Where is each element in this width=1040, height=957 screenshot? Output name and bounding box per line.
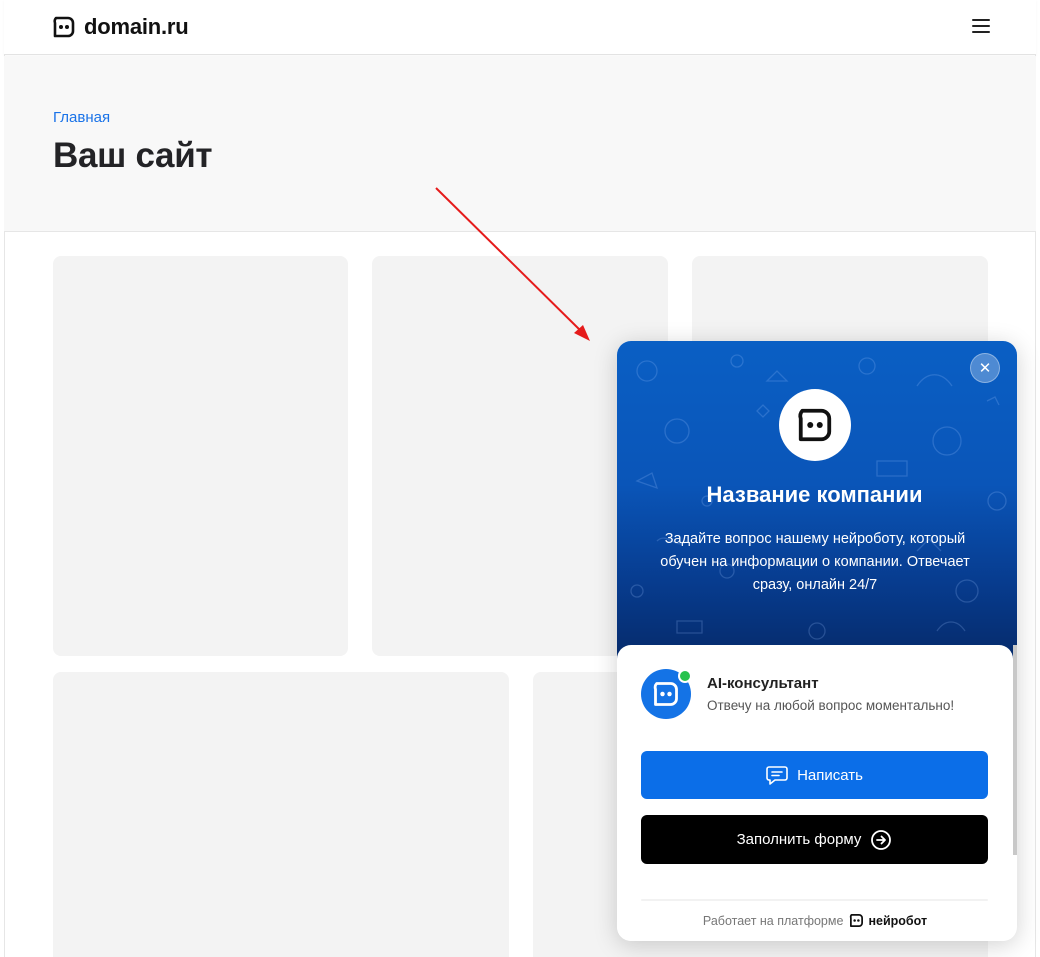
- powered-by: Работает на платформе нейробот: [617, 913, 1013, 928]
- site-header: domain.ru: [4, 0, 1036, 55]
- robot-face-icon: [850, 914, 864, 927]
- fill-form-button-label: Заполнить форму: [736, 831, 862, 848]
- powered-by-text: Работает на платформе: [702, 913, 844, 928]
- chat-widget: ✕ Название компании Задайте вопрос нашем…: [617, 341, 1017, 941]
- company-avatar: [779, 389, 851, 461]
- widget-description: Задайте вопрос нашему нейроботу, который…: [660, 531, 970, 593]
- widget-body: AI-консультант Отвечу на любой вопрос мо…: [617, 645, 1013, 941]
- platform-brand[interactable]: нейробот: [849, 913, 927, 928]
- breadcrumb-home[interactable]: Главная: [53, 109, 110, 126]
- platform-brand-name: нейробот: [868, 913, 928, 928]
- page-title: Ваш сайт: [53, 136, 213, 175]
- arrow-circle-right-icon: [871, 829, 892, 850]
- agent-name: AI-консультант: [707, 675, 819, 692]
- close-icon[interactable]: ✕: [970, 353, 1000, 383]
- agent-status: Отвечу на любой вопрос моментально!: [707, 698, 955, 713]
- fill-form-button[interactable]: Заполнить форму: [641, 815, 988, 864]
- robot-face-icon: [53, 16, 75, 38]
- logo-text: domain.ru: [84, 14, 189, 39]
- company-name: Название компании: [706, 482, 923, 507]
- write-button-label: Написать: [797, 766, 863, 784]
- write-button[interactable]: Написать: [641, 751, 988, 799]
- content-card-placeholder: [53, 256, 348, 656]
- robot-face-icon: [653, 682, 678, 706]
- footer-divider: [641, 899, 988, 901]
- content-card-placeholder: [53, 672, 509, 957]
- site-logo[interactable]: domain.ru: [52, 14, 189, 40]
- widget-scrollbar[interactable]: [1013, 645, 1017, 855]
- hamburger-menu-icon[interactable]: [972, 19, 990, 35]
- widget-header: ✕ Название компании Задайте вопрос нашем…: [617, 341, 1017, 661]
- online-status-dot: [678, 669, 692, 683]
- chat-bubble-icon: [766, 766, 788, 785]
- robot-face-icon: [798, 408, 832, 442]
- page-hero: Главная Ваш сайт: [4, 56, 1036, 232]
